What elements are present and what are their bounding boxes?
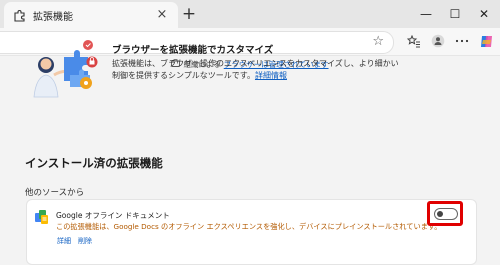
extension-description: この拡張機能は、Google Docs のオフライン エクスペリエンスを強化し、… <box>56 222 442 231</box>
extension-enable-toggle[interactable] <box>434 208 458 220</box>
extension-details-link[interactable]: 詳細 <box>57 236 71 246</box>
close-window-button[interactable]: ✕ <box>476 6 492 22</box>
more-options-icon[interactable] <box>454 33 470 49</box>
favorite-star-icon[interactable]: ☆ <box>372 34 384 49</box>
hero-illustration <box>26 35 106 110</box>
copilot-icon[interactable] <box>478 33 494 49</box>
google-docs-offline-icon <box>35 209 49 224</box>
other-sources-title: 他のソースから <box>25 188 85 198</box>
learn-more-link[interactable]: 詳細情報 <box>255 71 287 80</box>
maximize-button[interactable]: ☐ <box>447 6 463 22</box>
extension-card <box>26 199 477 265</box>
new-tab-button[interactable]: + <box>181 6 197 23</box>
tab-extensions[interactable]: 拡張機能 × <box>4 2 178 28</box>
extensions-puzzle-icon <box>12 8 26 22</box>
minimize-button[interactable]: — <box>418 6 434 22</box>
tab-title: 拡張機能 <box>33 11 73 23</box>
hero-title: ブラウザーを拡張機能でカスタマイズ <box>112 45 274 56</box>
hero-description: 拡張機能は、ブラウザー操作のエクスペリエンスをカスタマイズし、より細かい制御を提… <box>112 58 400 82</box>
installed-extensions-title: インストール済の拡張機能 <box>25 156 163 170</box>
favorites-icon[interactable] <box>406 33 422 49</box>
tab-close-button[interactable]: × <box>155 8 169 22</box>
extension-name: Google オフライン ドキュメント <box>56 211 170 220</box>
toggle-knob <box>437 210 443 217</box>
title-bar: 拡張機能 × + — ☐ ✕ <box>0 0 500 28</box>
extension-remove-link[interactable]: 削除 <box>78 236 92 246</box>
profile-icon[interactable] <box>430 33 446 49</box>
